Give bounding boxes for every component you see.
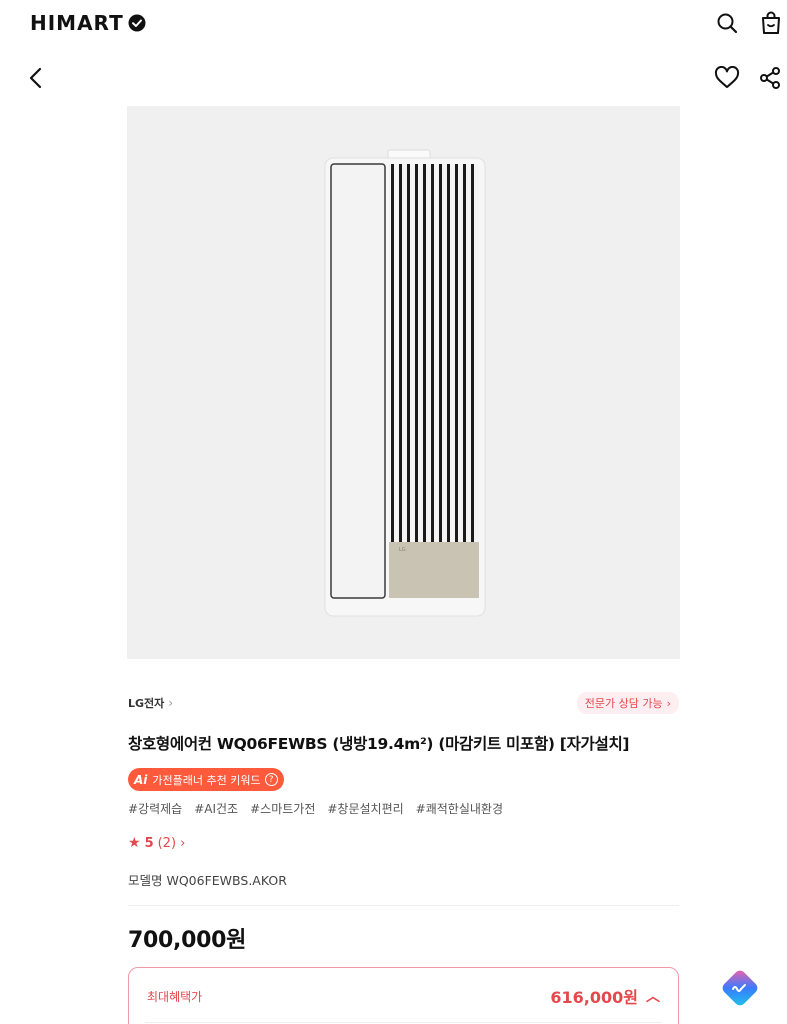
logo-check-icon (128, 14, 146, 32)
floating-assistant-button[interactable] (718, 966, 762, 1010)
tag-item[interactable]: #스마트가전 (250, 800, 315, 817)
divider (128, 905, 679, 906)
tag-item[interactable]: #창문설치편리 (327, 800, 403, 817)
review-count: (2) (157, 835, 177, 851)
ai-mark: Ai (134, 772, 148, 787)
ai-keyword-badge[interactable]: Ai 가전플래너 추천 키워드 ? (128, 768, 284, 791)
tag-item[interactable]: #AI건조 (194, 800, 238, 817)
review-count-link[interactable]: (2) › (158, 836, 186, 851)
chevron-right-icon: › (666, 696, 671, 710)
brand-link[interactable]: LG전자 › (128, 695, 173, 711)
tag-item[interactable]: #쾌적한실내환경 (416, 800, 503, 817)
air-conditioner-illustration: LG (324, 149, 486, 617)
chevron-right-icon: › (168, 696, 174, 710)
heart-icon[interactable] (713, 64, 741, 92)
model-number: 모델명 WQ06FEWBS.AKOR (128, 873, 287, 888)
product-title: 창호형에어컨 WQ06FEWBS (냉방19.4m²) (마감키트 미포함) [… (128, 735, 630, 753)
svg-text:LG: LG (399, 547, 406, 553)
top-bar: HIMART (0, 0, 787, 46)
benefit-label: 최대혜택가 (147, 990, 203, 1004)
divider (145, 1022, 662, 1023)
consult-label: 전문가 상담 가능 (584, 697, 663, 710)
product-image[interactable]: LG (127, 106, 680, 659)
himart-logo[interactable]: HIMART (30, 10, 146, 36)
star-icon: ★ (128, 835, 141, 851)
rating-row: ★ 5 (2) › (128, 835, 679, 851)
tag-item[interactable]: #강력제습 (128, 800, 182, 817)
help-icon[interactable]: ? (264, 773, 278, 786)
max-benefit-box[interactable]: 최대혜택가 616,000원 ︿ (128, 967, 679, 1024)
back-arrow-icon[interactable] (22, 64, 50, 92)
consult-badge[interactable]: 전문가 상담 가능 › (576, 692, 679, 714)
chevron-up-icon: ︿ (646, 989, 660, 1005)
logo-text: HIMART (30, 11, 124, 35)
product-price: 700,000원 (128, 928, 247, 953)
benefit-price-toggle[interactable]: 616,000원 ︿ (550, 984, 660, 1008)
ai-badge-label: 가전플래너 추천 키워드 (152, 773, 261, 787)
search-icon[interactable] (713, 9, 741, 37)
benefit-price: 616,000원 (550, 988, 638, 1007)
brand-name: LG전자 (128, 697, 165, 710)
rating-score: 5 (144, 835, 154, 851)
share-icon[interactable] (756, 64, 784, 92)
shopping-bag-icon[interactable] (757, 9, 785, 37)
keyword-tags: #강력제습 #AI건조 #스마트가전 #창문설치편리 #쾌적한실내환경 (128, 800, 679, 817)
brand-row: LG전자 › 전문가 상담 가능 › (128, 692, 679, 714)
